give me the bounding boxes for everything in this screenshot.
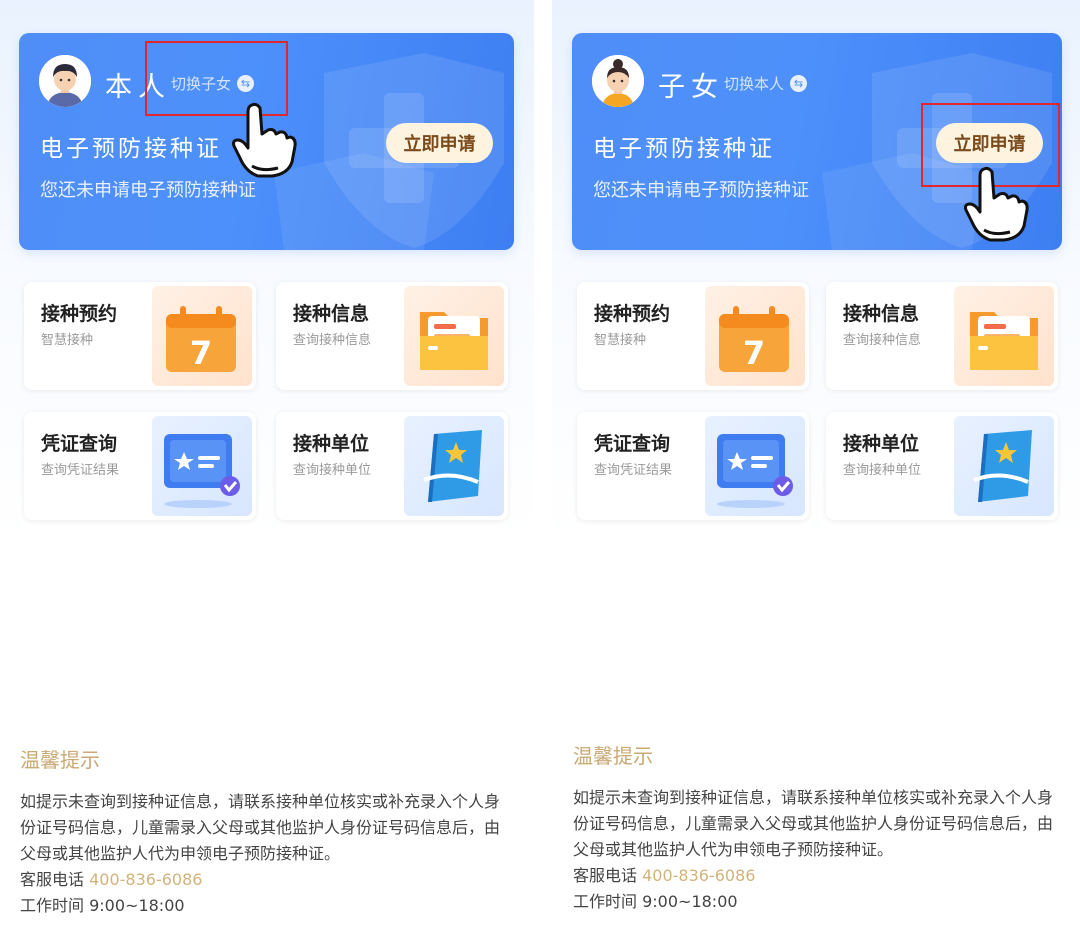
cert-title: 电子预防接种证 <box>593 136 775 162</box>
tile-title: 接种预约 <box>594 303 671 325</box>
phone-number-link[interactable]: 400-836-6086 <box>642 866 755 885</box>
tips-body: 如提示未查询到接种证信息，请联系接种单位核实或补充录入个人身份证号码信息，儿童需… <box>573 788 1054 859</box>
tile-subtitle: 查询接种单位 <box>293 463 372 478</box>
tile-title: 接种信息 <box>293 303 370 325</box>
working-hours-line: 工作时间 9:00~18:00 <box>573 889 1063 915</box>
calendar-icon: 7 <box>152 286 252 386</box>
tile-title: 凭证查询 <box>41 433 118 455</box>
star-book-icon <box>954 416 1054 516</box>
cert-subtitle: 您还未申请电子预防接种证 <box>593 180 809 201</box>
certificate-card-icon <box>705 416 805 516</box>
customer-service-line: 客服电话 400-836-6086 <box>573 863 1063 889</box>
pointing-hand-icon <box>232 102 297 178</box>
tile-vaccination-unit[interactable]: 接种单位 查询接种单位 <box>276 412 508 520</box>
girl-avatar-icon <box>592 55 644 107</box>
swap-arrows-icon: ⇆ <box>790 75 808 92</box>
tile-vaccination-appointment[interactable]: 接种预约 智慧接种 7 <box>24 282 256 390</box>
apply-button[interactable]: 立即申请 <box>386 123 493 163</box>
tips-title: 温馨提示 <box>20 748 100 772</box>
phone-label: 客服电话 <box>20 870 85 889</box>
hours-label: 工作时间 <box>20 896 85 915</box>
tile-subtitle: 智慧接种 <box>41 333 94 348</box>
hours-value: 9:00~18:00 <box>89 896 185 915</box>
tile-title: 凭证查询 <box>594 433 671 455</box>
tile-subtitle: 查询接种信息 <box>843 333 922 348</box>
tile-vaccination-appointment[interactable]: 接种预约 智慧接种 7 <box>577 282 809 390</box>
hours-label: 工作时间 <box>573 892 638 911</box>
certificate-card-icon <box>152 416 252 516</box>
tips-title: 温馨提示 <box>573 744 653 768</box>
phone-number-link[interactable]: 400-836-6086 <box>89 870 202 889</box>
calendar-icon: 7 <box>705 286 805 386</box>
boy-avatar-icon <box>39 55 91 107</box>
tile-subtitle: 查询接种单位 <box>843 463 922 478</box>
star-book-icon <box>404 416 504 516</box>
tile-title: 接种信息 <box>843 303 920 325</box>
calendar-day: 7 <box>743 334 765 372</box>
folder-icon <box>404 286 504 386</box>
cert-subtitle: 您还未申请电子预防接种证 <box>40 180 256 201</box>
phone-label: 客服电话 <box>573 866 638 885</box>
left-screen: 本人 切换子女 ⇆ 电子预防接种证 您还未申请电子预防接种证 立即申请 接种预约… <box>0 0 534 933</box>
tile-title: 接种预约 <box>41 303 118 325</box>
cert-title: 电子预防接种证 <box>40 136 222 162</box>
folder-icon <box>954 286 1054 386</box>
customer-service-line: 客服电话 400-836-6086 <box>20 867 510 893</box>
calendar-day: 7 <box>190 334 212 372</box>
tile-certificate-query[interactable]: 凭证查询 查询凭证结果 <box>24 412 256 520</box>
tile-subtitle: 查询接种信息 <box>293 333 372 348</box>
switch-label: 切换本人 <box>724 75 785 93</box>
tile-vaccination-unit[interactable]: 接种单位 查询接种单位 <box>826 412 1058 520</box>
right-screen: 子女 切换本人 ⇆ 电子预防接种证 您还未申请电子预防接种证 立即申请 接种预约… <box>552 0 1080 933</box>
screen-divider <box>534 0 552 933</box>
tile-title: 接种单位 <box>843 433 920 455</box>
tile-subtitle: 查询凭证结果 <box>41 463 120 478</box>
tile-certificate-query[interactable]: 凭证查询 查询凭证结果 <box>577 412 809 520</box>
tile-title: 接种单位 <box>293 433 370 455</box>
tile-subtitle: 查询凭证结果 <box>594 463 673 478</box>
tips-section: 温馨提示 如提示未查询到接种证信息，请联系接种单位核实或补充录入个人身份证号码信… <box>573 740 1063 915</box>
tile-vaccination-info[interactable]: 接种信息 查询接种信息 <box>276 282 508 390</box>
identity-label: 子女 <box>658 72 724 103</box>
tips-body: 如提示未查询到接种证信息，请联系接种单位核实或补充录入个人身份证号码信息，儿童需… <box>20 792 501 863</box>
tile-subtitle: 智慧接种 <box>594 333 647 348</box>
hours-value: 9:00~18:00 <box>642 892 738 911</box>
tile-vaccination-info[interactable]: 接种信息 查询接种信息 <box>826 282 1058 390</box>
pointing-hand-icon <box>964 166 1029 242</box>
tips-section: 温馨提示 如提示未查询到接种证信息，请联系接种单位核实或补充录入个人身份证号码信… <box>20 744 510 919</box>
working-hours-line: 工作时间 9:00~18:00 <box>20 893 510 919</box>
switch-self-button[interactable]: 切换本人 ⇆ <box>724 73 808 94</box>
